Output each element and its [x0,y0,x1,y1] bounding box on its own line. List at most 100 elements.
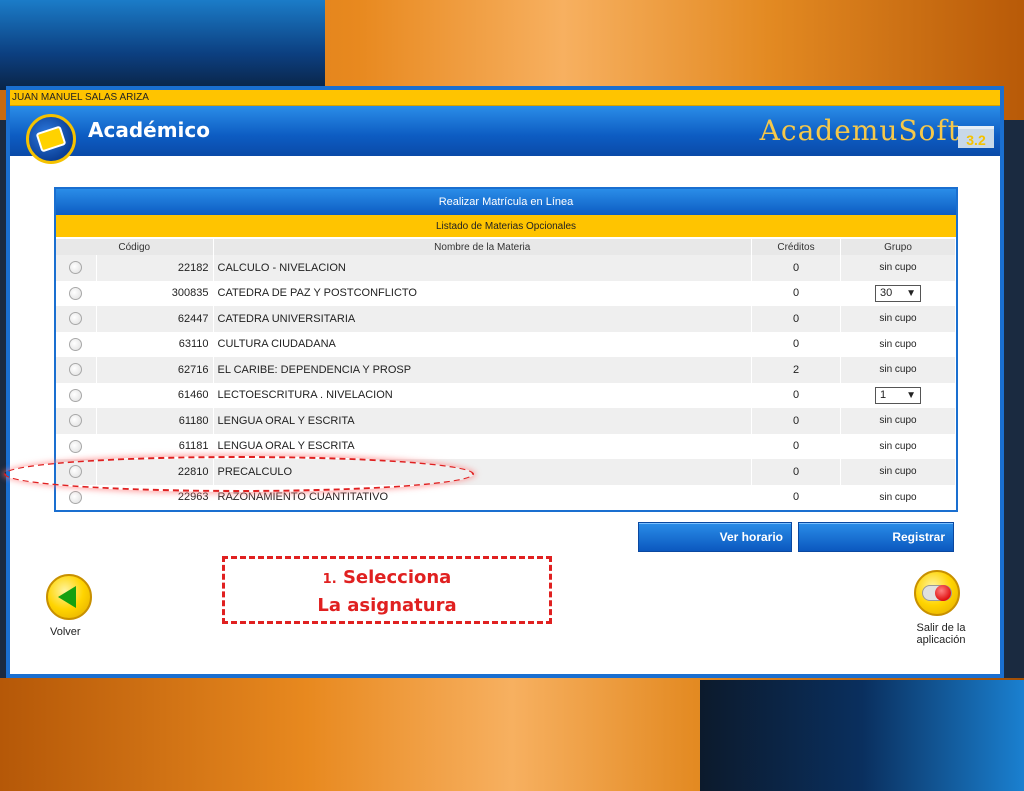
course-group: sin cupo [840,408,956,434]
course-name: CATEDRA DE PAZ Y POSTCONFLICTO [213,280,752,306]
annotation-callout: 1. Selecciona La asignatura [222,556,552,624]
course-credits: 2 [751,357,841,383]
course-code: 62447 [96,306,214,332]
table-row: 61181 LENGUA ORAL Y ESCRITA 0 sin cupo [56,433,956,459]
course-name: CULTURA CIUDADANA [213,331,752,357]
group-select[interactable]: 1 ▼ [875,386,921,404]
course-credits: 0 [751,280,841,306]
course-credits: 0 [751,459,841,485]
exit-button[interactable] [914,570,960,616]
course-credits: 0 [751,382,841,408]
exit-toggle-icon [922,585,952,601]
course-credits: 0 [751,408,841,434]
app-header: Académico AcademuSoft 3.2 [10,106,1000,164]
annotation-number: 1. [322,572,337,587]
brand-logo: AcademuSoft [759,114,960,147]
course-group: 1 ▼ [840,382,956,408]
course-group: sin cupo [840,331,956,357]
course-radio[interactable] [69,439,83,453]
table-row: 300835 CATEDRA DE PAZ Y POSTCONFLICTO 0 30 ▼ [56,280,956,306]
select-cell [56,280,97,306]
course-code: 62716 [96,357,214,383]
course-radio[interactable] [69,363,83,377]
course-name: LENGUA ORAL Y ESCRITA [213,408,752,434]
column-header-credits: Créditos [751,239,841,255]
select-cell [56,331,97,357]
column-header-code: Código [56,239,214,255]
course-code: 300835 [96,280,214,306]
course-radio[interactable] [69,286,83,300]
select-cell [56,382,97,408]
exit-label[interactable]: Salir de la aplicación [906,622,976,646]
course-code: 63110 [96,331,214,357]
column-header-name: Nombre de la Materia [213,239,752,255]
select-cell [56,408,97,434]
panel-title: Realizar Matrícula en Línea [56,189,956,215]
table-row: 62447 CATEDRA UNIVERSITARIA 0 sin cupo [56,306,956,332]
group-select-value: 30 [880,286,893,299]
course-radio[interactable] [69,337,83,351]
group-status: sin cupo [879,364,917,376]
course-radio[interactable] [69,261,83,275]
register-button[interactable]: Registrar [798,522,954,552]
background-bottom-blue [700,680,1024,791]
course-credits: 0 [751,331,841,357]
group-status: sin cupo [879,262,917,274]
group-select-value: 1 [880,388,887,401]
course-name: CATEDRA UNIVERSITARIA [213,306,752,332]
course-code: 61460 [96,382,214,408]
course-radio[interactable] [69,312,83,326]
chevron-down-icon: ▼ [906,287,916,299]
course-group: sin cupo [840,484,956,510]
course-credits: 0 [751,255,841,281]
course-credits: 0 [751,306,841,332]
annotation-highlight-ellipse [4,456,474,492]
group-status: sin cupo [879,440,917,452]
back-arrow-icon [58,586,76,608]
user-name-bar: JUAN MANUEL SALAS ARIZA [10,90,1000,106]
course-name: LENGUA ORAL Y ESCRITA [213,433,752,459]
group-status: sin cupo [879,313,917,325]
group-status: sin cupo [879,466,917,478]
course-name: LECTOESCRITURA . NIVELACION [213,382,752,408]
brand-version: 3.2 [958,126,994,148]
table-row: 22182 CALCULO - NIVELACION 0 sin cupo [56,255,956,281]
table-row: 61180 LENGUA ORAL Y ESCRITA 0 sin cupo [56,408,956,434]
course-group: 30 ▼ [840,280,956,306]
annotation-line2: La asignatura [317,595,457,616]
course-name: EL CARIBE: DEPENDENCIA Y PROSP [213,357,752,383]
course-code: 61180 [96,408,214,434]
select-cell [56,306,97,332]
back-button[interactable] [46,574,92,620]
group-select[interactable]: 30 ▼ [875,284,921,302]
select-cell [56,357,97,383]
background-top-blue [0,0,325,90]
course-radio[interactable] [69,414,83,428]
module-title: Académico [88,118,211,142]
course-credits: 0 [751,484,841,510]
course-group: sin cupo [840,357,956,383]
table-row: 62716 EL CARIBE: DEPENDENCIA Y PROSP 2 sin … [56,357,956,383]
table-row: 61460 LECTOESCRITURA . NIVELACION 0 1 ▼ [56,382,956,408]
course-group: sin cupo [840,459,956,485]
group-status: sin cupo [879,491,917,503]
back-label[interactable]: Volver [50,626,81,638]
table-row: 63110 CULTURA CIUDADANA 0 sin cupo [56,331,956,357]
course-code: 22182 [96,255,214,281]
annotation-line1: Selecciona [342,567,452,588]
academic-book-icon [26,114,76,164]
table-header-row: Código Nombre de la Materia Créditos Gru… [56,239,956,255]
course-radio[interactable] [69,388,83,402]
course-group: sin cupo [840,433,956,459]
course-group: sin cupo [840,255,956,281]
group-status: sin cupo [879,338,917,350]
course-group: sin cupo [840,306,956,332]
course-radio[interactable] [69,490,83,504]
select-cell [56,433,97,459]
view-schedule-button[interactable]: Ver horario [638,522,792,552]
chevron-down-icon: ▼ [906,389,916,401]
panel-subtitle: Listado de Materias Opcionales [56,215,956,239]
column-header-group: Grupo [840,239,956,255]
course-code: 61181 [96,433,214,459]
course-credits: 0 [751,433,841,459]
